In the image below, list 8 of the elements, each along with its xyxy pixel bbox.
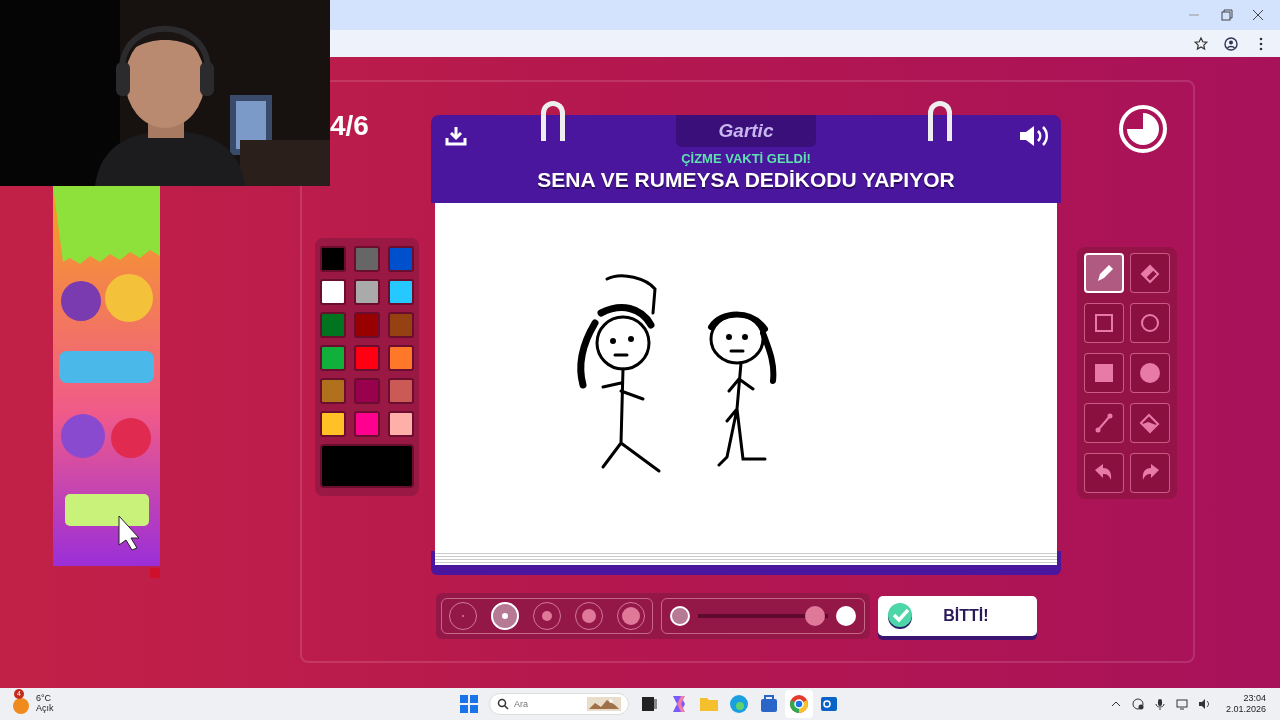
logo: Gartic — [676, 115, 816, 147]
temperature: 6°C — [36, 694, 53, 704]
subtitle: ÇİZME VAKTİ GELDİ! — [680, 152, 812, 165]
weather-condition: Açık — [36, 704, 54, 714]
prompt-text: SENA VE RUMEYSA DEDİKODU YAPIYOR — [536, 169, 956, 190]
clock-time: 23:04 — [1242, 693, 1266, 704]
round-counter: 4/6 — [330, 112, 370, 140]
clock-date: 2.01.2026 — [1225, 704, 1266, 715]
